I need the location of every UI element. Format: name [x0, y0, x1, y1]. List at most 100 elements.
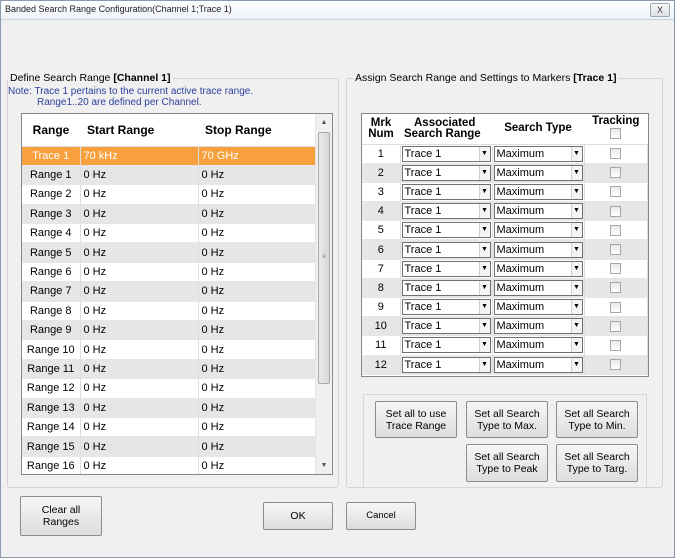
stop-range-cell[interactable]: 0 Hz [198, 204, 316, 225]
range-name-cell[interactable]: Range 9 [22, 320, 81, 341]
range-row[interactable]: Range 80 Hz 0 Hz [22, 301, 316, 322]
associated-range-dropdown[interactable]: Trace 1 ▼ [401, 183, 491, 200]
start-range-cell[interactable]: 0 Hz [80, 456, 199, 474]
set-all-type-max-button[interactable]: Set all Search Type to Max. [466, 401, 548, 438]
chevron-down-icon[interactable]: ▼ [570, 204, 582, 219]
tracking-checkbox[interactable] [610, 301, 622, 313]
tracking-checkbox[interactable] [610, 224, 622, 236]
range-name-cell[interactable]: Range 15 [22, 436, 81, 457]
search-type-dropdown[interactable]: Maximum ▼ [493, 183, 583, 200]
chevron-down-icon[interactable]: ▼ [570, 319, 582, 334]
associated-range-dropdown[interactable]: Trace 1 ▼ [401, 356, 491, 373]
tracking-checkbox[interactable] [610, 148, 622, 160]
associated-range-dropdown[interactable]: Trace 1 ▼ [401, 222, 491, 239]
stop-range-cell[interactable]: 0 Hz [198, 262, 316, 283]
stop-range-cell[interactable]: 0 Hz [198, 417, 316, 438]
stop-range-cell[interactable]: 0 Hz [198, 301, 316, 322]
range-row[interactable]: Range 12 0 Hz 0 Hz [22, 378, 316, 399]
range-row[interactable]: Range 13 0 Hz 0 Hz [22, 398, 316, 418]
range-name-cell[interactable]: Range 14 [22, 417, 81, 438]
tracking-checkbox[interactable] [610, 339, 622, 351]
associated-range-dropdown[interactable]: Trace 1 ▼ [401, 337, 491, 354]
stop-range-cell[interactable]: 0 Hz [198, 359, 316, 380]
arrow-up-icon[interactable]: ▲ [316, 114, 332, 131]
range-row[interactable]: Range 14 0 Hz 0 Hz [22, 417, 316, 438]
associated-range-dropdown[interactable]: Trace 1 ▼ [401, 203, 491, 220]
set-all-type-targ-button[interactable]: Set all Search Type to Targ. [556, 444, 638, 482]
stop-range-cell[interactable]: 70 GHz [198, 146, 316, 166]
search-type-dropdown[interactable]: Maximum ▼ [493, 145, 583, 162]
clear-all-ranges-button[interactable]: Clear all Ranges [20, 496, 102, 536]
col-range[interactable]: Range [22, 114, 80, 147]
start-range-cell[interactable]: 0 Hz [80, 165, 199, 186]
chevron-down-icon[interactable]: ▼ [478, 261, 490, 276]
stop-range-cell[interactable]: 0 Hz [198, 398, 316, 418]
range-row[interactable]: Range 10 0 Hz 0 Hz [22, 339, 316, 360]
range-row[interactable]: Range 30 Hz 0 Hz [22, 204, 316, 225]
range-row[interactable]: Trace 1 70 kHz 70 GHz [22, 146, 316, 166]
range-name-cell[interactable]: Range 7 [22, 281, 81, 302]
search-type-dropdown[interactable]: Maximum ▼ [493, 222, 583, 239]
set-all-type-min-button[interactable]: Set all Search Type to Min. [556, 401, 638, 438]
stop-range-cell[interactable]: 0 Hz [198, 320, 316, 341]
start-range-cell[interactable]: 0 Hz [80, 242, 199, 263]
start-range-cell[interactable]: 0 Hz [80, 262, 199, 283]
start-range-cell[interactable]: 0 Hz [80, 339, 199, 360]
search-type-dropdown[interactable]: Maximum ▼ [493, 164, 583, 181]
range-row[interactable]: Range 16 0 Hz 0 Hz [22, 456, 316, 474]
range-name-cell[interactable]: Range 4 [22, 223, 81, 244]
range-row[interactable]: Range 70 Hz 0 Hz [22, 281, 316, 302]
chevron-down-icon[interactable]: ▼ [478, 184, 490, 199]
start-range-cell[interactable]: 0 Hz [80, 301, 199, 322]
tracking-checkbox[interactable] [610, 320, 622, 332]
range-row[interactable]: Range 20 Hz 0 Hz [22, 184, 316, 205]
search-type-dropdown[interactable]: Maximum ▼ [493, 203, 583, 220]
tracking-checkbox[interactable] [610, 282, 622, 294]
tracking-all-checkbox[interactable] [610, 128, 622, 139]
stop-range-cell[interactable]: 0 Hz [198, 339, 316, 360]
search-type-dropdown[interactable]: Maximum ▼ [493, 318, 583, 335]
range-row[interactable]: Range 50 Hz 0 Hz [22, 242, 316, 263]
range-row[interactable]: Range 60 Hz 0 Hz [22, 262, 316, 283]
associated-range-dropdown[interactable]: Trace 1 ▼ [401, 318, 491, 335]
range-row[interactable]: Range 10 Hz 0 Hz [22, 165, 316, 186]
stop-range-cell[interactable]: 0 Hz [198, 456, 316, 474]
range-row[interactable]: Range 15 0 Hz 0 Hz [22, 436, 316, 457]
range-name-cell[interactable]: Range 1 [22, 165, 81, 186]
cancel-button[interactable]: Cancel [346, 502, 416, 530]
range-table-scrollbar[interactable]: ▲ ≡ ▼ [315, 114, 332, 474]
associated-range-dropdown[interactable]: Trace 1 ▼ [401, 164, 491, 181]
range-name-cell[interactable]: Range 8 [22, 301, 81, 322]
ok-button[interactable]: OK [263, 502, 333, 530]
range-name-cell[interactable]: Range 3 [22, 204, 81, 225]
range-name-cell[interactable]: Range 13 [22, 398, 81, 418]
tracking-checkbox[interactable] [610, 359, 622, 371]
chevron-down-icon[interactable]: ▼ [570, 184, 582, 199]
associated-range-dropdown[interactable]: Trace 1 ▼ [401, 145, 491, 162]
start-range-cell[interactable]: 0 Hz [80, 184, 199, 205]
range-row[interactable]: Range 90 Hz 0 Hz [22, 320, 316, 341]
start-range-cell[interactable]: 70 kHz [80, 146, 199, 166]
start-range-cell[interactable]: 0 Hz [80, 320, 199, 341]
start-range-cell[interactable]: 0 Hz [80, 417, 199, 438]
stop-range-cell[interactable]: 0 Hz [198, 242, 316, 263]
chevron-down-icon[interactable]: ▼ [570, 242, 582, 257]
chevron-down-icon[interactable]: ▼ [570, 223, 582, 238]
stop-range-cell[interactable]: 0 Hz [198, 165, 316, 186]
associated-range-dropdown[interactable]: Trace 1 ▼ [401, 260, 491, 277]
start-range-cell[interactable]: 0 Hz [80, 398, 199, 418]
col-stop-range[interactable]: Stop Range [198, 114, 316, 147]
range-name-cell[interactable]: Range 16 [22, 456, 81, 474]
start-range-cell[interactable]: 0 Hz [80, 204, 199, 225]
start-range-cell[interactable]: 0 Hz [80, 223, 199, 244]
chevron-down-icon[interactable]: ▼ [478, 319, 490, 334]
chevron-down-icon[interactable]: ▼ [478, 280, 490, 295]
chevron-down-icon[interactable]: ▼ [478, 146, 490, 161]
range-name-cell[interactable]: Trace 1 [22, 146, 81, 166]
chevron-down-icon[interactable]: ▼ [570, 146, 582, 161]
stop-range-cell[interactable]: 0 Hz [198, 223, 316, 244]
tracking-checkbox[interactable] [610, 205, 622, 217]
stop-range-cell[interactable]: 0 Hz [198, 281, 316, 302]
set-all-type-peak-button[interactable]: Set all Search Type to Peak [466, 444, 548, 482]
chevron-down-icon[interactable]: ▼ [478, 242, 490, 257]
